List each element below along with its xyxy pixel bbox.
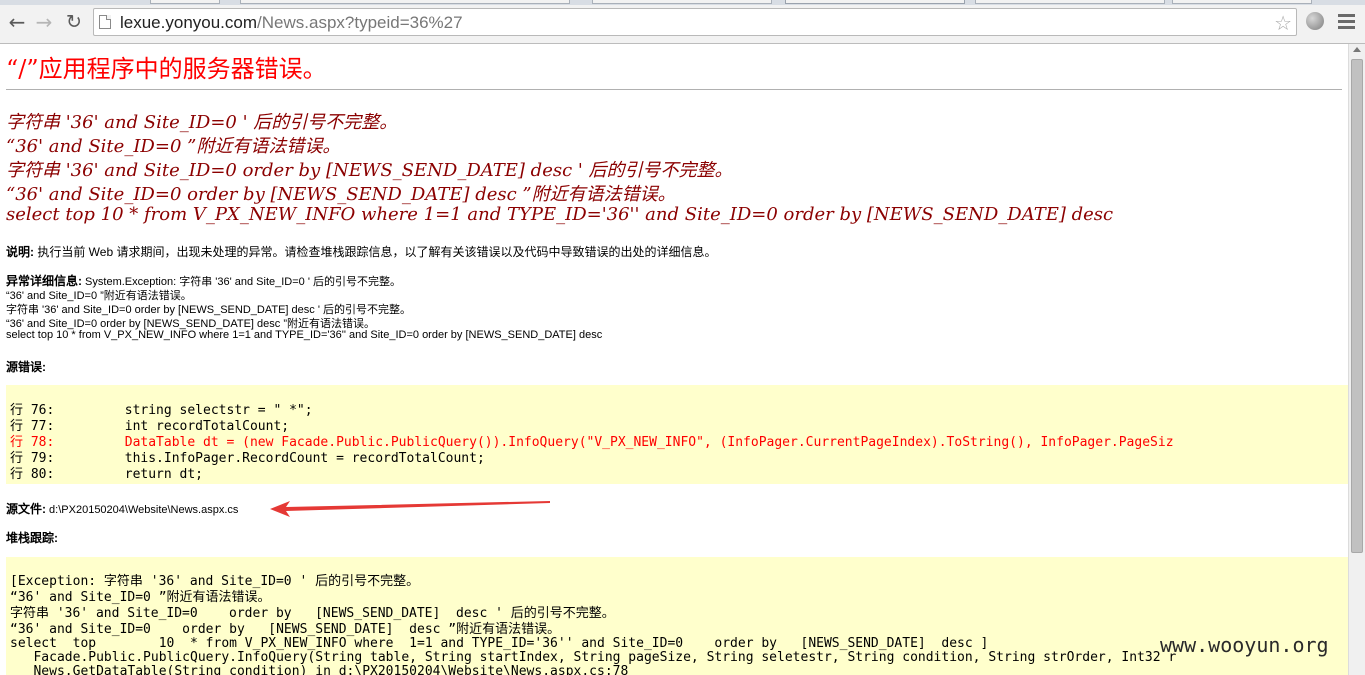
stack-line: 字符串 '36' and Site_ID=0 order by [NEWS_SE…: [10, 606, 615, 621]
url-text[interactable]: lexue.yonyou.com/News.aspx?typeid=36%27: [120, 13, 463, 33]
title-divider: [6, 89, 1342, 90]
browser-tab[interactable]: [592, 0, 772, 4]
code-line-highlighted: 行 78: DataTable dt = (new Facade.Public.…: [10, 435, 1174, 450]
back-button[interactable]: ←: [5, 10, 29, 34]
browser-tab[interactable]: [975, 0, 1165, 4]
vertical-scrollbar[interactable]: [1348, 44, 1365, 675]
code-line: 行 76: string selectstr = " *";: [10, 403, 313, 418]
stack-trace-heading: 堆栈跟踪:: [6, 529, 58, 546]
error-headline-line: 字符串 '36' and Site_ID=0 ' 后的引号不完整。: [6, 112, 398, 133]
url-host: lexue.yonyou.com: [120, 13, 258, 32]
code-line: 行 79: this.InfoPager.RecordCount = recor…: [10, 451, 485, 466]
stack-trace-block: [Exception: 字符串 '36' and Site_ID=0 ' 后的引…: [6, 557, 1348, 675]
description-line: 说明: 执行当前 Web 请求期间，出现未处理的异常。请检查堆栈跟踪信息，以了解…: [6, 243, 716, 260]
source-file-path: d:\PX20150204\Website\News.aspx.cs: [46, 504, 239, 516]
description-text: 执行当前 Web 请求期间，出现未处理的异常。请检查堆栈跟踪信息，以了解有关该错…: [34, 245, 717, 259]
globe-icon[interactable]: [1306, 12, 1324, 30]
page-title: “/”应用程序中的服务器错误。: [6, 55, 327, 83]
annotation-arrow-icon: [270, 501, 550, 517]
error-headline-line: select top 10 * from V_PX_NEW_INFO where…: [6, 204, 1114, 225]
stack-line: “36' and Site_ID=0 ”附近有语法错误。: [10, 590, 271, 605]
exception-detail-line: select top 10 * from V_PX_NEW_INFO where…: [6, 329, 603, 341]
source-error-heading: 源错误:: [6, 358, 46, 375]
page-icon: [99, 15, 111, 29]
browser-tab[interactable]: [150, 0, 220, 4]
exception-details-label: 异常详细信息:: [6, 274, 82, 288]
browser-toolbar: ← → ↻ lexue.yonyou.com/News.aspx?typeid=…: [0, 0, 1365, 44]
error-headline-line: “36' and Site_ID=0 ”附近有语法错误。: [6, 136, 341, 157]
source-file-line: 源文件: d:\PX20150204\Website\News.aspx.cs: [6, 500, 238, 517]
description-label: 说明:: [6, 245, 34, 259]
tab-strip: [0, 0, 1365, 5]
forward-arrow-icon: →: [35, 10, 53, 34]
scrollbar-thumb[interactable]: [1351, 59, 1363, 553]
address-bar[interactable]: lexue.yonyou.com/News.aspx?typeid=36%27 …: [93, 8, 1297, 36]
browser-tab[interactable]: [240, 0, 570, 4]
code-line: 行 77: int recordTotalCount;: [10, 419, 290, 434]
back-arrow-icon: ←: [8, 10, 26, 34]
error-headline-line: 字符串 '36' and Site_ID=0 order by [NEWS_SE…: [6, 160, 733, 181]
source-file-label: 源文件:: [6, 502, 46, 516]
browser-tab[interactable]: [1172, 0, 1312, 4]
stack-trace-label: 堆栈跟踪:: [6, 531, 58, 545]
url-path: /News.aspx?typeid=36%27: [257, 13, 463, 32]
stack-line: News.GetDataTable(String condition) in d…: [10, 664, 629, 675]
reload-icon: ↻: [66, 11, 82, 33]
source-error-label: 源错误:: [6, 360, 46, 374]
stack-line: [Exception: 字符串 '36' and Site_ID=0 ' 后的引…: [10, 574, 420, 589]
error-headline-line: “36' and Site_ID=0 order by [NEWS_SEND_D…: [6, 184, 676, 205]
browser-tab-active[interactable]: [785, 0, 965, 4]
watermark: www.wooyun.org: [1160, 633, 1329, 657]
error-page: “/”应用程序中的服务器错误。 字符串 '36' and Site_ID=0 '…: [0, 44, 1348, 675]
source-code-block: 行 76: string selectstr = " *"; 行 77: int…: [6, 385, 1348, 484]
bookmark-star-icon[interactable]: ☆: [1274, 11, 1292, 36]
reload-button[interactable]: ↻: [62, 10, 86, 34]
scroll-up-arrow-icon[interactable]: [1353, 47, 1361, 52]
hamburger-menu-icon[interactable]: [1338, 14, 1355, 32]
code-line: 行 80: return dt;: [10, 467, 204, 482]
forward-button[interactable]: →: [32, 10, 56, 34]
